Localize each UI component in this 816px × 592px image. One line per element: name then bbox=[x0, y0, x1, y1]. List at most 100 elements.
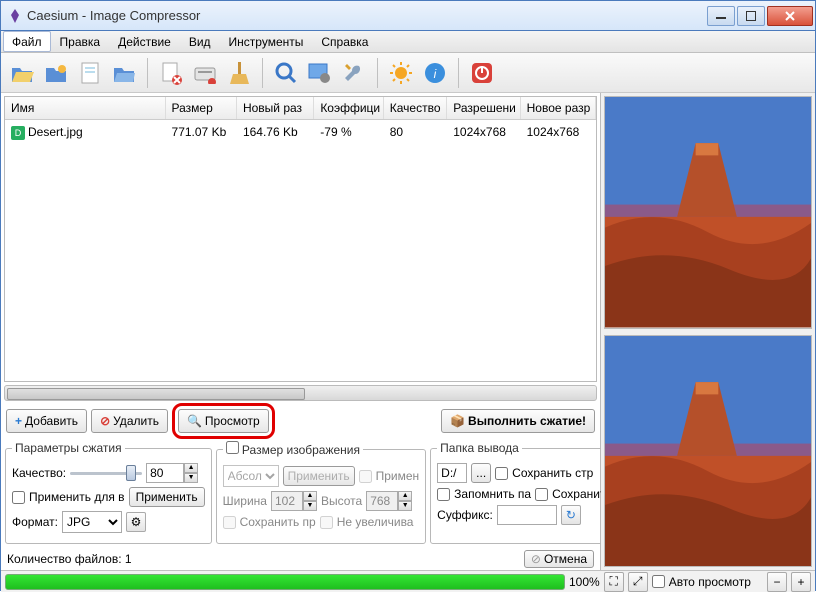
add-button[interactable]: +Добавить bbox=[6, 409, 87, 433]
resize-fieldset: Размер изображения Абсолю Применить Прим… bbox=[216, 441, 427, 544]
gear-icon: ⚙ bbox=[131, 515, 142, 529]
picture-gear-icon[interactable] bbox=[303, 56, 337, 90]
output-legend: Папка вывода bbox=[437, 441, 522, 455]
magnifier-icon: 🔍 bbox=[187, 414, 202, 428]
minimize-button[interactable] bbox=[707, 6, 735, 26]
forbidden-icon: ⊘ bbox=[100, 414, 110, 428]
horizontal-scrollbar[interactable] bbox=[4, 385, 597, 401]
left-pane: Имя Размер Новый раз Коэффици Качество Р… bbox=[1, 93, 601, 570]
maximize-button[interactable] bbox=[737, 6, 765, 26]
folder-open-icon[interactable] bbox=[5, 56, 39, 90]
keep-ratio-checkbox[interactable] bbox=[223, 516, 236, 529]
magnifier-icon[interactable] bbox=[269, 56, 303, 90]
progress-bar bbox=[5, 574, 565, 590]
resize-mode-select[interactable]: Абсолю bbox=[223, 465, 279, 487]
quality-spin[interactable]: ▲▼ bbox=[146, 463, 198, 483]
col-name[interactable]: Имя bbox=[5, 97, 166, 119]
browse-button[interactable]: ... bbox=[471, 463, 491, 483]
power-icon[interactable] bbox=[465, 56, 499, 90]
col-ratio[interactable]: Коэффици bbox=[314, 97, 383, 119]
toolbar-separator bbox=[377, 58, 378, 88]
cell-size: 771.07 Kb bbox=[166, 123, 237, 142]
quality-label: Качество: bbox=[12, 466, 66, 480]
zoom-in-button[interactable]: + bbox=[791, 572, 811, 592]
plus-icon: + bbox=[797, 575, 804, 589]
quality-slider[interactable] bbox=[70, 463, 142, 483]
forbidden-icon: ⊘ bbox=[531, 552, 541, 566]
menu-tools[interactable]: Инструменты bbox=[220, 31, 313, 52]
format-label: Формат: bbox=[12, 515, 58, 529]
cell-name: Desert.jpg bbox=[28, 125, 83, 139]
sun-icon[interactable] bbox=[384, 56, 418, 90]
fit-button[interactable]: ⛶ bbox=[604, 572, 624, 592]
col-resolution[interactable]: Разрешени bbox=[447, 97, 520, 119]
spin-up-icon[interactable]: ▲ bbox=[184, 463, 198, 473]
right-pane bbox=[601, 93, 815, 570]
compression-fieldset: Параметры сжатия Качество: ▲▼ Применить … bbox=[5, 441, 212, 544]
menu-action[interactable]: Действие bbox=[109, 31, 180, 52]
height-input[interactable] bbox=[366, 491, 398, 511]
desert-image-icon bbox=[605, 336, 811, 567]
desert-image-icon bbox=[605, 97, 811, 328]
remember-checkbox[interactable] bbox=[437, 488, 450, 501]
preview-original bbox=[604, 96, 812, 329]
broom-icon[interactable] bbox=[222, 56, 256, 90]
output-path-input[interactable] bbox=[437, 463, 467, 483]
spin-down-icon[interactable]: ▼ bbox=[184, 473, 198, 483]
resize-legend: Размер изображения bbox=[242, 443, 360, 457]
drive-icon[interactable] bbox=[188, 56, 222, 90]
menu-file[interactable]: Файл bbox=[3, 31, 51, 52]
refresh-icon: ↻ bbox=[566, 508, 576, 522]
col-new-size[interactable]: Новый раз bbox=[237, 97, 314, 119]
document-icon[interactable] bbox=[73, 56, 107, 90]
app-icon bbox=[7, 8, 23, 24]
compress-button[interactable]: 📦Выполнить сжатие! bbox=[441, 409, 595, 433]
col-new-resolution[interactable]: Новое разр bbox=[521, 97, 596, 119]
window-title: Caesium - Image Compressor bbox=[27, 8, 705, 23]
apply-button[interactable]: Применить bbox=[129, 487, 205, 507]
statusbar: 100% ⛶ ⤢ Авто просмотр − + bbox=[1, 570, 815, 592]
menu-view[interactable]: Вид bbox=[180, 31, 220, 52]
col-size[interactable]: Размер bbox=[166, 97, 237, 119]
suffix-input[interactable] bbox=[497, 505, 557, 525]
resize-enable-checkbox[interactable] bbox=[226, 441, 239, 454]
file-count-label: Количество файлов: 1 bbox=[7, 552, 132, 566]
table-row[interactable]: DDesert.jpg 771.07 Kb 164.76 Kb -79 % 80… bbox=[5, 120, 596, 145]
compression-legend: Параметры сжатия bbox=[12, 441, 125, 455]
preview-button[interactable]: 🔍Просмотр bbox=[178, 409, 269, 433]
actual-size-button[interactable]: ⤢ bbox=[628, 572, 648, 592]
format-select[interactable]: JPG bbox=[62, 511, 122, 533]
width-input[interactable] bbox=[271, 491, 303, 511]
settings-panels: Параметры сжатия Качество: ▲▼ Применить … bbox=[1, 439, 600, 548]
zoom-out-button[interactable]: − bbox=[767, 572, 787, 592]
resize-apply-button[interactable]: Применить bbox=[283, 466, 355, 486]
progress-percent: 100% bbox=[569, 575, 600, 589]
cancel-button[interactable]: ⊘Отмена bbox=[524, 550, 594, 568]
quality-input[interactable] bbox=[146, 463, 184, 483]
folder-plain-icon[interactable] bbox=[107, 56, 141, 90]
no-upscale-checkbox[interactable] bbox=[320, 516, 333, 529]
cell-resolution: 1024x768 bbox=[447, 123, 520, 142]
remove-button[interactable]: ⊘Удалить bbox=[91, 409, 168, 433]
cell-new-resolution: 1024x768 bbox=[521, 123, 596, 142]
folder-sun-icon[interactable] bbox=[39, 56, 73, 90]
close-button[interactable] bbox=[767, 6, 813, 26]
wrench-icon[interactable] bbox=[337, 56, 371, 90]
format-settings-button[interactable]: ⚙ bbox=[126, 512, 146, 532]
expand-icon: ⤢ bbox=[633, 574, 643, 589]
menu-help[interactable]: Справка bbox=[312, 31, 377, 52]
titlebar: Caesium - Image Compressor bbox=[1, 1, 815, 31]
apply-all-checkbox[interactable] bbox=[12, 491, 25, 504]
height-label: Высота bbox=[321, 494, 362, 508]
resize-apply-checkbox[interactable] bbox=[359, 470, 372, 483]
toolbar-separator bbox=[147, 58, 148, 88]
suffix-reset-button[interactable]: ↻ bbox=[561, 505, 581, 525]
doc-delete-icon[interactable] bbox=[154, 56, 188, 90]
save-in-checkbox[interactable] bbox=[535, 488, 548, 501]
keep-struct-checkbox[interactable] bbox=[495, 467, 508, 480]
col-quality[interactable]: Качество bbox=[384, 97, 448, 119]
menu-edit[interactable]: Правка bbox=[51, 31, 110, 52]
auto-preview-checkbox[interactable] bbox=[652, 575, 665, 588]
info-icon[interactable]: i bbox=[418, 56, 452, 90]
cell-new-size: 164.76 Kb bbox=[237, 123, 314, 142]
